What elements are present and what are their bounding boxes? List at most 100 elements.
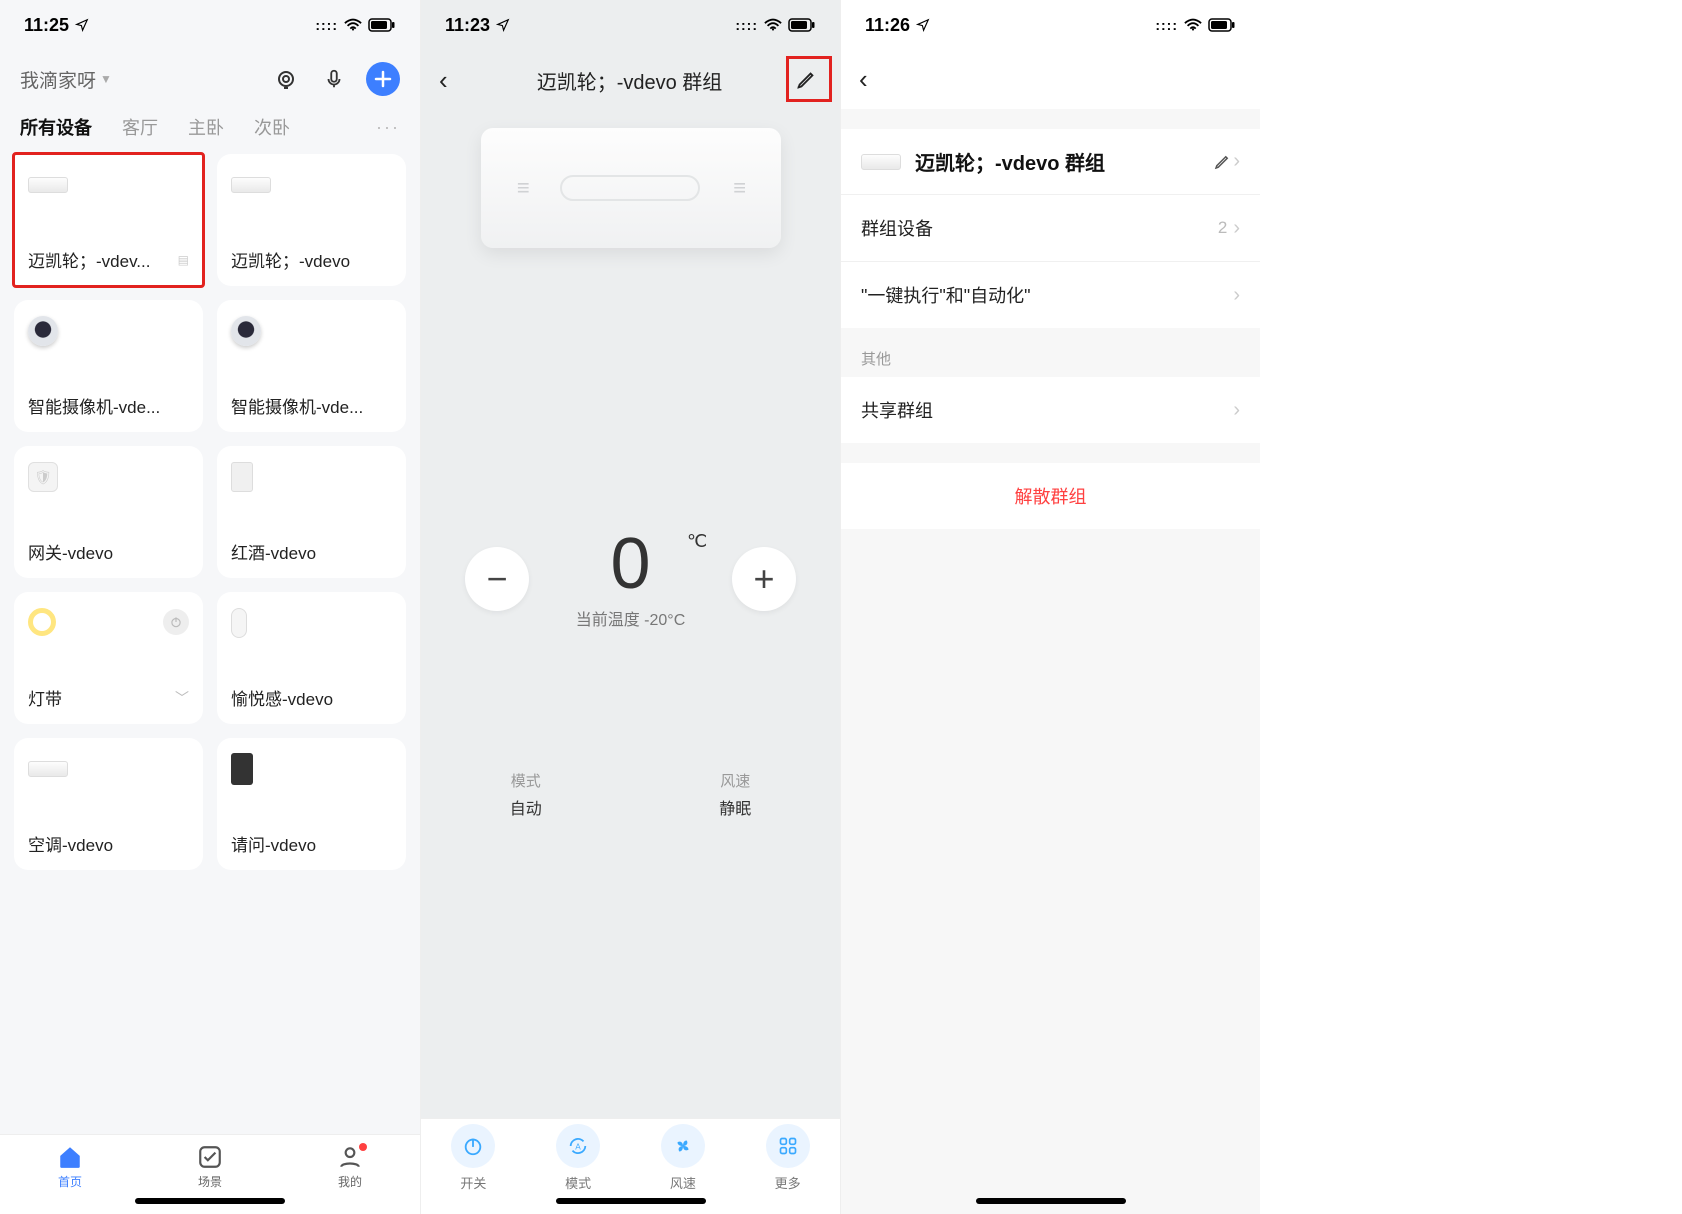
- device-card[interactable]: 🛡 网关-vdevo: [14, 446, 203, 578]
- row-value: 2: [1218, 218, 1227, 238]
- ac-display: [560, 175, 700, 201]
- device-card[interactable]: 灯带 ﹀: [14, 592, 203, 724]
- fan-icon: [672, 1135, 694, 1157]
- home-header: 我滴家呀 ▼: [0, 50, 420, 104]
- status-time: 11:26: [865, 15, 910, 36]
- settings-topbar: ‹: [841, 50, 1260, 109]
- device-card[interactable]: 智能摄像机-vde...: [14, 300, 203, 432]
- btn-label: 更多: [775, 1173, 801, 1192]
- tab-home[interactable]: 首页: [0, 1135, 140, 1214]
- temp-plus-button[interactable]: +: [732, 547, 796, 611]
- screen-group-settings: 11:26 :::: ‹ 迈凯轮；-vdevo 群组 › 群组设备 2› "一键…: [840, 0, 1260, 1214]
- home-icon: [57, 1144, 83, 1170]
- mode-value: 自动: [510, 795, 542, 819]
- camera-icon: [28, 316, 58, 346]
- device-name: 空调-vdevo: [28, 831, 189, 856]
- more-icon: [778, 1136, 798, 1156]
- temp-minus-button[interactable]: −: [465, 547, 529, 611]
- btn-more[interactable]: 更多: [735, 1119, 840, 1196]
- btn-power[interactable]: 开关: [421, 1119, 526, 1196]
- tab-living[interactable]: 客厅: [122, 114, 158, 140]
- power-icon: [462, 1135, 484, 1157]
- room-tabs: 所有设备 客厅 主卧 次卧 ···: [0, 104, 420, 154]
- screen-home: 11:25 :::: 我滴家呀 ▼ 所有设备 客厅 主卧 次卧 ···: [0, 0, 420, 1214]
- device-card[interactable]: 智能摄像机-vde...: [217, 300, 406, 432]
- row-label: 群组设备: [861, 215, 933, 241]
- edit-icon: [1213, 153, 1231, 171]
- status-time: 11:23: [445, 15, 490, 36]
- device-card[interactable]: 空调-vdevo: [14, 738, 203, 870]
- fan-selector[interactable]: 风速 静眠: [719, 770, 751, 819]
- tab-label: 首页: [58, 1173, 82, 1190]
- gateway-icon: 🛡: [28, 462, 58, 492]
- ac-icon: [28, 177, 68, 193]
- device-name: 红酒-vdevo: [231, 539, 392, 564]
- status-icons: ::::: [735, 17, 816, 33]
- current-temperature: 当前温度 -20°C: [576, 606, 686, 630]
- back-button[interactable]: ‹: [859, 64, 889, 95]
- edit-name-button[interactable]: ›: [1213, 150, 1240, 173]
- mode-selector[interactable]: 模式 自动: [510, 770, 542, 819]
- group-header-row[interactable]: 迈凯轮；-vdevo 群组 ›: [841, 129, 1260, 194]
- btn-label: 风速: [670, 1173, 696, 1192]
- device-card[interactable]: 请问-vdevo: [217, 738, 406, 870]
- device-grid: 迈凯轮；-vdev... ▤ 迈凯轮；-vdevo 智能摄像机-vde... 智…: [0, 154, 420, 870]
- add-button[interactable]: [366, 62, 400, 96]
- device-card[interactable]: 红酒-vdevo: [217, 446, 406, 578]
- ac-icon: [861, 154, 901, 170]
- vent-icon: ≡: [733, 175, 744, 201]
- fan-value: 静眠: [719, 795, 751, 819]
- location-icon: [75, 18, 89, 32]
- light-icon: [28, 608, 56, 636]
- page-title: 迈凯轮；-vdevo 群组: [469, 66, 790, 95]
- mode-fan-row: 模式 自动 风速 静眠: [421, 770, 840, 819]
- home-indicator[interactable]: [135, 1198, 285, 1204]
- power-icon[interactable]: [163, 609, 189, 635]
- vent-icon: ≡: [517, 175, 528, 201]
- back-button[interactable]: ‹: [439, 65, 469, 96]
- status-bar: 11:25 ::::: [0, 0, 420, 50]
- home-selector[interactable]: 我滴家呀 ▼: [20, 66, 112, 93]
- notification-dot-icon: [359, 1143, 367, 1151]
- tab-label: 场景: [198, 1173, 222, 1190]
- svg-text:A: A: [575, 1142, 581, 1151]
- row-group-devices[interactable]: 群组设备 2 ›: [841, 194, 1260, 261]
- tabs-more-icon[interactable]: ···: [376, 117, 400, 138]
- tab-me[interactable]: 我的: [280, 1135, 420, 1214]
- device-name: 迈凯轮；-vdevo: [231, 247, 392, 272]
- ac-icon: [231, 177, 271, 193]
- temp-unit: ℃: [687, 532, 707, 550]
- home-indicator[interactable]: [976, 1198, 1126, 1204]
- status-icons: ::::: [315, 17, 396, 33]
- chevron-down-icon: ▼: [100, 72, 112, 86]
- fan-label: 风速: [719, 770, 751, 791]
- dissolve-group-button[interactable]: 解散群组: [841, 463, 1260, 529]
- group-name: 迈凯轮；-vdevo 群组: [915, 147, 1199, 176]
- device-name: 灯带: [28, 685, 62, 710]
- home-indicator[interactable]: [556, 1198, 706, 1204]
- camera-shortcut-icon[interactable]: [270, 63, 302, 95]
- row-share-group[interactable]: 共享群组 ›: [841, 377, 1260, 443]
- tab-master[interactable]: 主卧: [188, 114, 224, 140]
- microphone-icon[interactable]: [318, 63, 350, 95]
- mode-label: 模式: [510, 770, 542, 791]
- tab-all-devices[interactable]: 所有设备: [20, 114, 92, 140]
- row-label: 解散群组: [1015, 487, 1087, 507]
- device-card[interactable]: 迈凯轮；-vdev... ▤: [14, 154, 203, 286]
- device-name: 迈凯轮；-vdev...: [28, 247, 150, 272]
- tab-second[interactable]: 次卧: [254, 114, 290, 140]
- chevron-right-icon: ›: [1233, 217, 1240, 240]
- device-name: 智能摄像机-vde...: [231, 393, 392, 418]
- set-temperature: 0 ℃: [576, 528, 686, 600]
- device-card[interactable]: 愉悦感-vdevo: [217, 592, 406, 724]
- btn-fan[interactable]: 风速: [631, 1119, 736, 1196]
- device-topbar: ‹ 迈凯轮；-vdevo 群组: [421, 50, 840, 110]
- chevron-right-icon: ›: [1233, 399, 1240, 422]
- mode-icon: A: [567, 1135, 589, 1157]
- chevron-down-icon[interactable]: ﹀: [175, 688, 189, 708]
- device-card[interactable]: 迈凯轮；-vdevo: [217, 154, 406, 286]
- row-automation[interactable]: "一键执行"和"自动化" ›: [841, 261, 1260, 328]
- tab-label: 我的: [338, 1173, 362, 1190]
- location-icon: [496, 18, 510, 32]
- btn-mode[interactable]: A 模式: [526, 1119, 631, 1196]
